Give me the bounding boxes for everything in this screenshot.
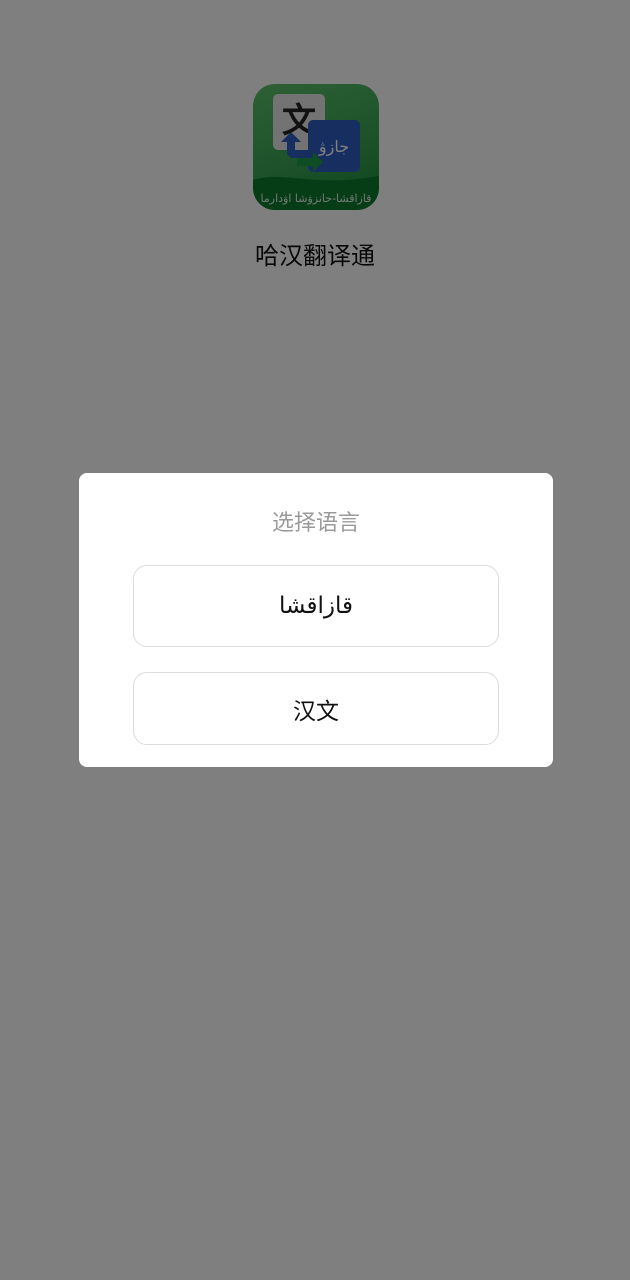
dialog-title: 选择语言: [271, 511, 360, 536]
language-select-dialog: 选择语言 قازاقشا 汉文: [79, 473, 553, 767]
chinese-language-button[interactable]: 汉文: [133, 672, 499, 745]
kazakh-language-button[interactable]: قازاقشا: [133, 565, 499, 647]
